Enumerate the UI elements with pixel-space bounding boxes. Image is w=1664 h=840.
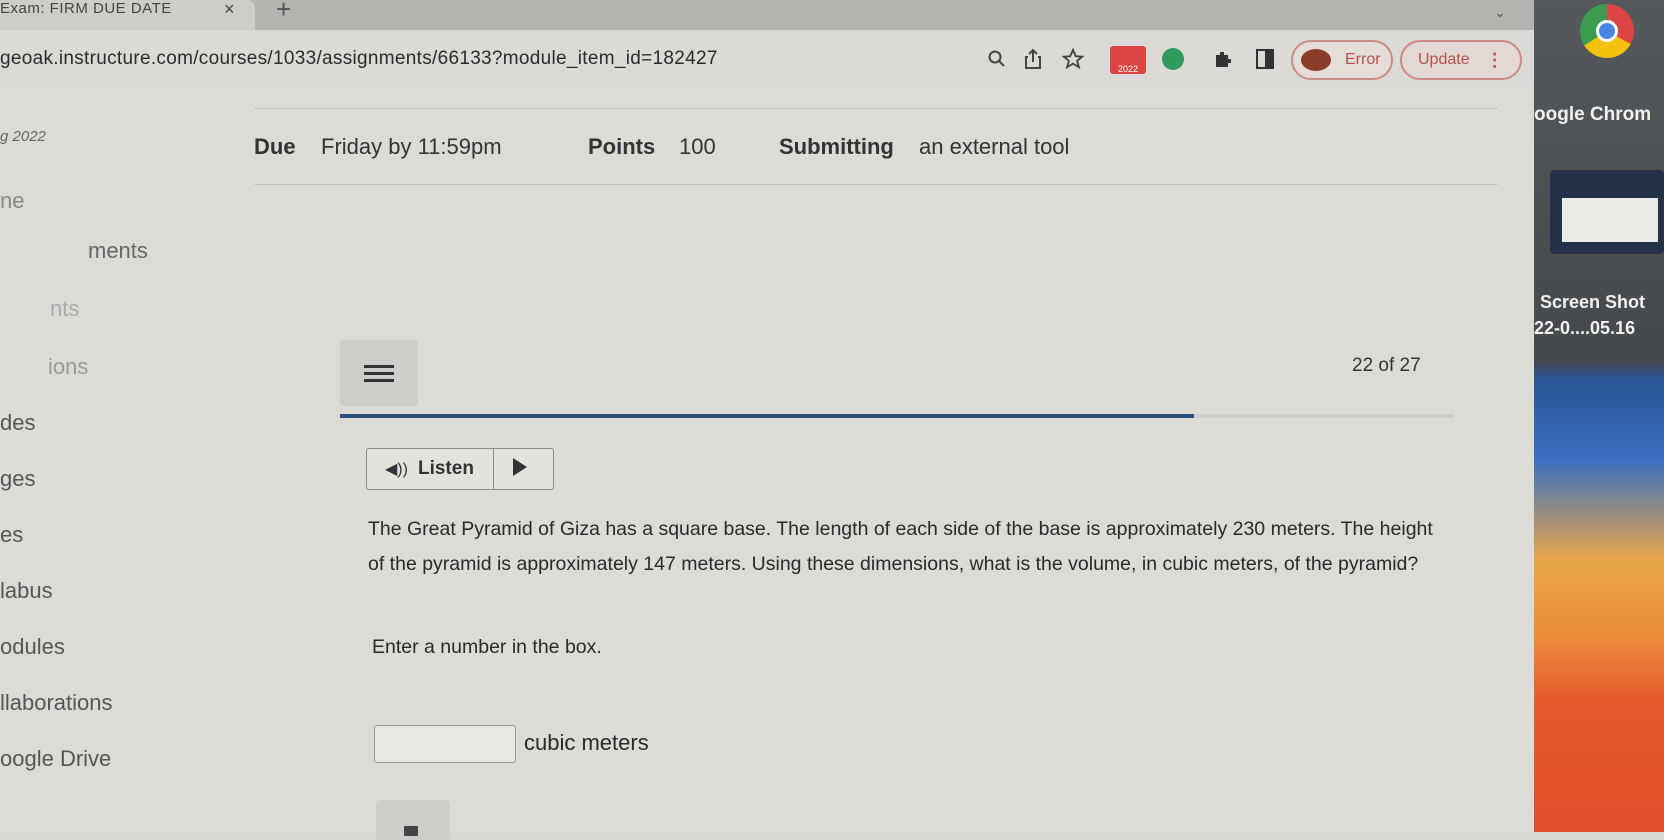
gmail-icon[interactable]: 2022 — [1110, 46, 1146, 74]
update-label: Update — [1418, 51, 1470, 68]
divider — [254, 108, 1498, 109]
calculator-button[interactable] — [376, 800, 450, 840]
avatar — [1301, 49, 1331, 71]
screenshot-file-sublabel: 22-0....05.16 — [1534, 318, 1636, 338]
hamburger-icon — [364, 361, 394, 386]
error-label: Error — [1345, 51, 1381, 68]
points-value: 100 — [679, 134, 716, 159]
extensions-puzzle-icon[interactable] — [1208, 44, 1238, 74]
sidebar-icon[interactable] — [1250, 44, 1280, 74]
update-button[interactable]: Update ⋮ — [1400, 40, 1522, 80]
new-tab-icon[interactable]: + — [276, 0, 291, 25]
gmail-badge: 2022 — [1117, 64, 1139, 74]
play-icon[interactable] — [513, 458, 527, 476]
screenshot-file-label: Screen Shot — [1540, 292, 1646, 312]
submitting-label: Submitting — [779, 134, 894, 159]
screenshot-file-icon[interactable] — [1550, 170, 1664, 254]
sidebar-item-collaborations[interactable]: llaborations — [0, 690, 113, 716]
address-bar[interactable]: geoak.instructure.com/courses/1033/assig… — [0, 48, 718, 70]
course-term: g 2022 — [0, 128, 46, 145]
progress-fill — [340, 414, 1195, 418]
question-counter: 22 of 27 — [1352, 355, 1421, 376]
browser-tab[interactable]: Exam: FIRM DUE DATE × — [0, 0, 255, 30]
sidebar-item-announcements[interactable]: ments — [88, 238, 148, 264]
points-label: Points — [588, 134, 656, 159]
tab-search-chevron-icon[interactable]: ⌄ — [1494, 4, 1506, 21]
sidebar-item-modules[interactable]: odules — [0, 634, 65, 660]
chrome-logo-icon[interactable] — [1580, 4, 1634, 58]
submitting-value: an external tool — [919, 134, 1070, 159]
grammarly-icon[interactable] — [1162, 48, 1184, 70]
due-label: Due — [254, 134, 296, 159]
tab-title: Exam: FIRM DUE DATE — [0, 0, 172, 17]
sidebar-item-discussions[interactable]: ions — [48, 354, 88, 380]
divider — [493, 449, 494, 489]
sidebar-item-google-drive[interactable]: oogle Drive — [0, 746, 111, 772]
bookmark-star-icon[interactable] — [1058, 44, 1088, 74]
desktop-background: oogle Chrom Screen Shot 22-0....05.16 — [1534, 0, 1664, 832]
sidebar-item-assignments[interactable]: nts — [50, 296, 79, 322]
due-value: Friday by 11:59pm — [321, 134, 502, 159]
sidebar-item-files[interactable]: es — [0, 522, 23, 548]
divider — [254, 184, 1498, 185]
listen-label: Listen — [417, 458, 474, 479]
more-menu-icon[interactable]: ⋮ — [1486, 50, 1504, 71]
listen-button[interactable]: ◀)) Listen — [366, 448, 554, 490]
instruction-text: Enter a number in the box. — [372, 636, 602, 658]
sidebar-item-grades[interactable]: des — [0, 410, 35, 436]
calculator-icon — [404, 826, 418, 836]
profile-error-button[interactable]: Error — [1291, 40, 1393, 80]
canvas-page: g 2022 ne ments nts ions des ges es labu… — [0, 88, 1534, 840]
question-text: The Great Pyramid of Giza has a square b… — [368, 518, 1433, 575]
share-icon[interactable] — [1018, 44, 1048, 74]
zoom-icon[interactable] — [982, 44, 1012, 74]
tab-strip: Exam: FIRM DUE DATE × + ⌄ — [0, 0, 1534, 30]
browser-toolbar: geoak.instructure.com/courses/1033/assig… — [0, 30, 1534, 88]
speaker-icon: ◀)) — [385, 461, 408, 478]
sidebar-item-pages[interactable]: ges — [0, 466, 35, 492]
sidebar-item-home[interactable]: ne — [0, 188, 24, 214]
answer-input[interactable] — [374, 725, 516, 763]
desktop-chrome-label: oogle Chrom — [1534, 104, 1652, 125]
close-tab-icon[interactable]: × — [224, 0, 235, 20]
unit-label: cubic meters — [524, 730, 649, 755]
sidebar-item-syllabus[interactable]: labus — [0, 578, 53, 604]
progress-bar — [340, 414, 1454, 418]
question-menu-button[interactable] — [340, 340, 418, 406]
